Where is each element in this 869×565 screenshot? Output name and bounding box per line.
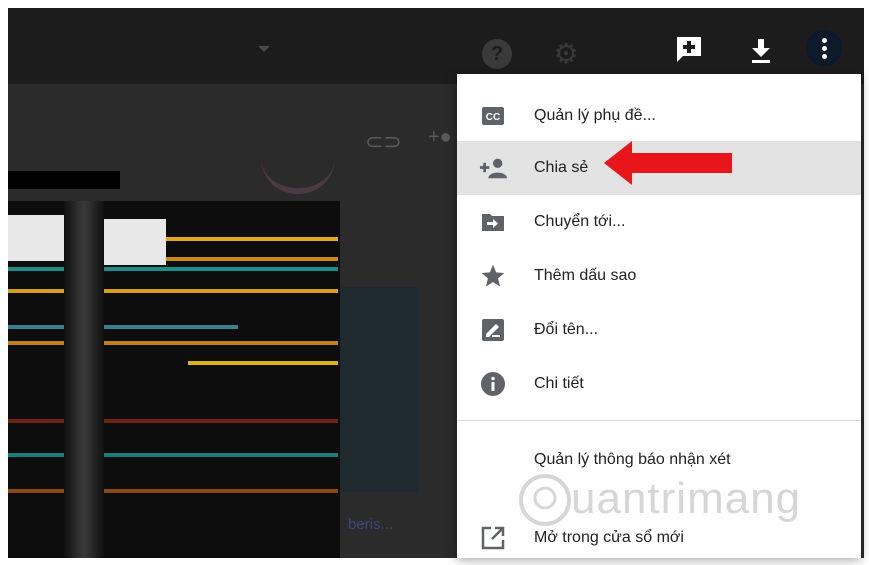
watermark-bulb-icon bbox=[519, 474, 571, 526]
info-icon bbox=[479, 370, 507, 398]
cc-icon: CC bbox=[479, 102, 507, 130]
red-arrow-annotation bbox=[602, 139, 734, 187]
menu-item-label: Chi tiết bbox=[534, 375, 584, 392]
photo-thumbnail[interactable] bbox=[340, 287, 419, 492]
download-icon[interactable] bbox=[746, 36, 776, 66]
menu-item-move-to[interactable]: Chuyển tới... bbox=[457, 195, 861, 249]
menu-divider bbox=[457, 420, 861, 421]
menu-item-label: Chia sẻ bbox=[534, 159, 589, 176]
open-new-window-icon bbox=[479, 524, 507, 552]
star-icon bbox=[479, 262, 507, 290]
gear-icon[interactable]: ⚙ bbox=[551, 39, 581, 69]
watermark-text: uantrimang bbox=[571, 474, 802, 523]
menu-item-label: Đổi tên... bbox=[534, 321, 599, 338]
menu-item-label: Quản lý phụ đề... bbox=[534, 107, 656, 124]
menu-item-label: Chuyển tới... bbox=[534, 213, 626, 230]
add-person-icon-background[interactable]: +● bbox=[428, 126, 452, 149]
menu-item-details[interactable]: Chi tiết bbox=[457, 357, 861, 411]
dropdown-arrow-icon[interactable] bbox=[258, 46, 270, 52]
rename-icon bbox=[479, 316, 507, 344]
menu-item-label: Quản lý thông báo nhận xét bbox=[534, 451, 731, 468]
menu-item-add-star[interactable]: Thêm dấu sao bbox=[457, 249, 861, 303]
video-pillar-shape bbox=[64, 201, 104, 558]
menu-item-label: Mở trong cửa sổ mới bbox=[534, 529, 684, 546]
help-icon[interactable]: ? bbox=[482, 39, 512, 69]
video-caption[interactable]: beris... bbox=[348, 516, 393, 533]
decorative-arc bbox=[261, 158, 335, 194]
watermark-logo: uantrimang bbox=[515, 470, 845, 530]
more-options-icon[interactable] bbox=[806, 30, 842, 66]
redacted-bar bbox=[8, 171, 120, 189]
menu-item-label: Thêm dấu sao bbox=[534, 267, 637, 284]
video-thumbnail[interactable] bbox=[8, 201, 340, 558]
top-toolbar bbox=[8, 8, 864, 84]
add-comment-icon[interactable] bbox=[674, 34, 704, 64]
move-folder-icon bbox=[479, 208, 507, 236]
menu-item-manage-captions[interactable]: CC Quản lý phụ đề... bbox=[457, 89, 861, 143]
menu-item-rename[interactable]: Đổi tên... bbox=[457, 303, 861, 357]
link-icon[interactable]: ⊂⊃ bbox=[365, 129, 402, 155]
svg-text:CC: CC bbox=[486, 112, 500, 123]
add-person-icon bbox=[479, 154, 507, 182]
